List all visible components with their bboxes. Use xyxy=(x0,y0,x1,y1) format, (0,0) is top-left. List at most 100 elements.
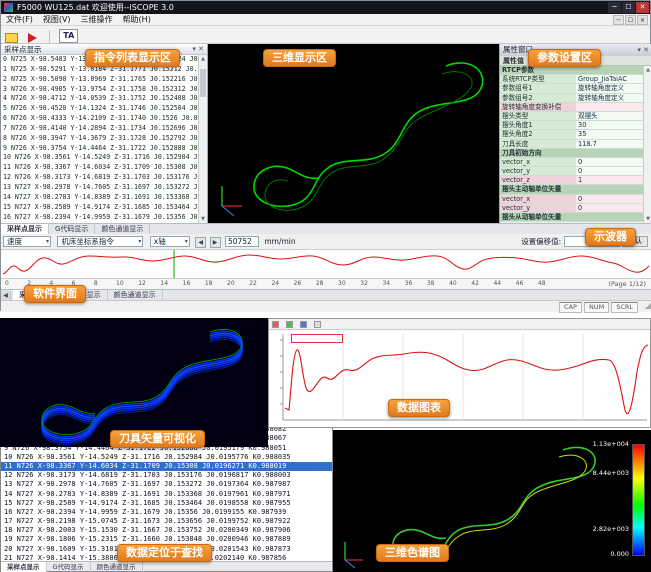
chart-tool-icon[interactable] xyxy=(286,321,293,328)
scroll-up-icon[interactable]: ▲ xyxy=(199,56,207,62)
property-value[interactable]: 双摆头 xyxy=(576,112,643,120)
data-row[interactable]: 15 N727 X-98.2589 Y-14.9174 Z-31.1685 J0… xyxy=(1,499,332,508)
property-value[interactable]: 1 xyxy=(576,176,643,184)
page-prev-button[interactable]: ◀ xyxy=(195,237,206,248)
menu-item[interactable]: 视图(V) xyxy=(38,14,76,26)
sample-point-row[interactable]: 7 N726 X-98.4140 Y-14.2894 Z-31.1734 J0.… xyxy=(1,124,198,134)
sample-point-row[interactable]: 8 N726 X-98.3947 Y-14.3679 Z-31.1728 J0.… xyxy=(1,134,198,144)
property-value[interactable]: 0 xyxy=(576,195,643,203)
property-value[interactable]: 30 xyxy=(576,121,643,129)
sample-point-row[interactable]: 10 N726 X-98.3561 Y-14.5249 Z-31.1716 J0… xyxy=(1,153,198,163)
mdi-minimize-button[interactable]: ─ xyxy=(613,15,624,25)
sample-point-row[interactable]: 14 N727 X-98.2783 Y-14.8389 Z-31.1691 J0… xyxy=(1,193,198,203)
property-value[interactable]: 0 xyxy=(576,204,643,212)
sample-point-row[interactable]: 16 N727 X-98.2394 Y-14.9959 Z-31.1679 J0… xyxy=(1,213,198,223)
waveform-svg xyxy=(1,250,651,278)
property-scrollbar[interactable]: ▲ ▼ xyxy=(643,66,651,223)
scroll-thumb[interactable] xyxy=(200,69,206,97)
panel-tab[interactable]: G代码显示 xyxy=(47,562,91,572)
menu-item[interactable]: 三维操作 xyxy=(76,14,118,26)
data-row[interactable]: 14 N727 X-98.2783 Y-14.8389 Z-31.1691 J0… xyxy=(1,490,332,499)
property-row[interactable]: vector_z1 xyxy=(500,176,643,185)
close-button[interactable]: ✕ xyxy=(636,2,649,13)
sample-point-row[interactable]: 6 N726 X-98.4333 Y-14.2109 Z-31.1740 J0.… xyxy=(1,114,198,124)
scroll-down-icon[interactable]: ▼ xyxy=(644,216,651,222)
menu-item[interactable]: 帮助(H) xyxy=(118,14,156,26)
chart-tool-icon[interactable] xyxy=(300,321,307,328)
property-row[interactable]: vector_x0 xyxy=(500,195,643,204)
maximize-button[interactable]: ☐ xyxy=(622,2,635,13)
property-value[interactable]: 旋转轴角度定义 xyxy=(576,84,643,92)
sample-list-scrollbar[interactable]: ▲ ▼ xyxy=(198,55,207,223)
waveform-plot[interactable] xyxy=(1,249,651,279)
panel-tab[interactable]: 颜色通道显示 xyxy=(95,224,150,234)
data-row[interactable]: 12 N726 X-98.3173 Y-14.6819 Z-31.1703 J0… xyxy=(1,471,332,480)
mdi-close-button[interactable]: ✕ xyxy=(637,15,648,25)
property-value[interactable]: 0 xyxy=(576,167,643,175)
panel-tab[interactable]: 采样点显示 xyxy=(1,224,49,234)
channel-select[interactable]: 速度 xyxy=(3,236,51,247)
page-next-button[interactable]: ▶ xyxy=(210,237,221,248)
property-row[interactable]: 系统RTCP类型Group_JiaTaiAC xyxy=(500,75,643,84)
sample-point-row[interactable]: 13 N727 X-98.2978 Y-14.7605 Z-31.1697 J0… xyxy=(1,183,198,193)
property-row[interactable]: 摆头类型双摆头 xyxy=(500,112,643,121)
property-value[interactable]: 0 xyxy=(576,158,643,166)
sample-point-row[interactable]: 5 N726 X-98.4520 Y-14.1324 Z-31.1746 J0.… xyxy=(1,104,198,114)
property-row[interactable]: 摆头从动轴单位矢量 xyxy=(500,213,643,222)
data-row[interactable]: 11 N726 X-98.3367 Y-14.6034 Z-31.1709 J0… xyxy=(1,462,332,471)
menu-item[interactable]: 文件(F) xyxy=(1,14,38,26)
callout-parameter-area: 参数设置区 xyxy=(528,49,601,67)
sample-point-row[interactable]: 2 N725 X-98.5098 Y-13.8969 Z-31.1765 J0.… xyxy=(1,75,198,85)
mdi-restore-button[interactable]: ☐ xyxy=(625,15,636,25)
play-icon[interactable] xyxy=(28,33,37,43)
property-value[interactable] xyxy=(576,103,643,111)
chart-tool-icon[interactable] xyxy=(314,321,321,328)
panel-tab[interactable]: 颜色通道显示 xyxy=(91,562,143,572)
minimize-button[interactable]: ─ xyxy=(608,2,621,13)
data-row[interactable]: 16 N727 X-98.2394 Y-14.9959 Z-31.1679 J0… xyxy=(1,508,332,517)
sample-point-row[interactable]: 11 N726 X-98.3367 Y-14.6034 Z-31.1709 J0… xyxy=(1,163,198,173)
property-row[interactable]: RTCP参数 xyxy=(500,66,643,75)
scroll-up-icon[interactable]: ▲ xyxy=(644,67,651,73)
chart-tool-icon[interactable] xyxy=(272,321,279,328)
property-value[interactable]: 35 xyxy=(576,130,643,138)
scroll-down-icon[interactable]: ▼ xyxy=(199,216,207,222)
tool-vector-viewport[interactable] xyxy=(0,318,268,447)
panel-tab[interactable]: 采样点显示 xyxy=(1,562,47,572)
property-row[interactable]: 摆头角度130 xyxy=(500,121,643,130)
property-row[interactable]: vector_y0 xyxy=(500,204,643,213)
sample-point-row[interactable]: 9 N726 X-98.3754 Y-14.4464 Z-31.1722 J0.… xyxy=(1,144,198,154)
property-panel-buttons[interactable]: ▾ ✕ xyxy=(637,44,649,56)
axis-tick-label: 40 xyxy=(449,280,471,289)
resize-grip[interactable]: ◢ xyxy=(645,301,651,311)
sample-point-row[interactable]: 12 N726 X-98.3173 Y-14.6819 Z-31.1703 J0… xyxy=(1,173,198,183)
data-row[interactable]: 18 N727 X-98.2003 Y-15.1530 Z-31.1667 J0… xyxy=(1,526,332,535)
sample-point-row[interactable]: 15 N727 X-98.2589 Y-14.9174 Z-31.1685 J0… xyxy=(1,203,198,213)
property-row[interactable]: 旋转轴角度变换补偿 xyxy=(500,103,643,112)
panel-header-buttons[interactable]: ▾ ✕ xyxy=(192,44,204,55)
property-row[interactable]: vector_y0 xyxy=(500,167,643,176)
data-row[interactable]: 10 N726 X-98.3561 Y-14.5249 Z-31.1716 J0… xyxy=(1,453,332,462)
property-row[interactable]: 摆头主动轴单位矢量 xyxy=(500,185,643,194)
view3d-viewport[interactable] xyxy=(208,44,499,223)
property-row[interactable]: 参数组号1旋转轴角度定义 xyxy=(500,84,643,93)
axis-tick-label: 16 xyxy=(183,280,205,289)
property-row[interactable]: vector_x0 xyxy=(500,158,643,167)
coordinate-source-select[interactable]: 机床坐标系指令 xyxy=(57,236,143,247)
property-row[interactable]: 刀具长度118.7 xyxy=(500,140,643,149)
property-row[interactable]: 摆头角度235 xyxy=(500,130,643,139)
sample-point-row[interactable]: 4 N726 X-98.4712 Y-14.0539 Z-31.1752 J0.… xyxy=(1,94,198,104)
data-row[interactable]: 17 N727 X-98.2198 Y-15.0745 Z-31.1673 J0… xyxy=(1,517,332,526)
sample-point-row[interactable]: 3 N726 X-98.4905 Y-13.9754 Z-31.1758 J0.… xyxy=(1,85,198,95)
property-value[interactable]: 旋转轴角度定义 xyxy=(576,94,643,102)
axis-select[interactable]: x轴 xyxy=(150,236,190,247)
property-value[interactable]: 118.7 xyxy=(576,140,643,148)
property-row[interactable]: 参数组号2旋转轴角度定义 xyxy=(500,94,643,103)
property-row[interactable]: 刀具初始方向 xyxy=(500,149,643,158)
data-row[interactable]: 13 N727 X-98.2978 Y-14.7605 Z-31.1697 J0… xyxy=(1,480,332,489)
open-file-icon[interactable] xyxy=(5,33,18,43)
panel-tab[interactable]: G代码显示 xyxy=(49,224,95,234)
panel-tab[interactable]: 颜色通道显示 xyxy=(108,290,163,300)
ta-tool-button[interactable]: TA xyxy=(59,29,78,43)
property-value[interactable]: Group_JiaTaiAC xyxy=(576,75,643,83)
